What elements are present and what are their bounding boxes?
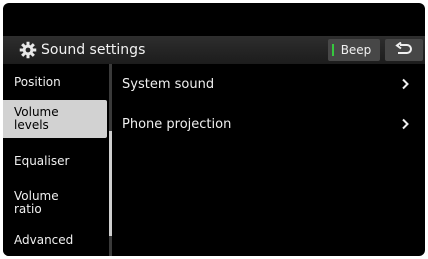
back-button[interactable] (385, 39, 423, 61)
back-arrow-icon (395, 42, 412, 54)
list-item-label: Phone projection (122, 116, 232, 132)
sidebar-item-label: Position (14, 74, 61, 89)
sidebar-item-volume-ratio[interactable]: Volume ratio (3, 184, 107, 222)
beep-label: Beep (340, 43, 372, 57)
sidebar: Position Volume levels Equaliser Volume … (3, 64, 107, 256)
sidebar-item-position[interactable]: Position (3, 67, 107, 97)
chevron-right-icon (402, 78, 409, 90)
beep-button[interactable]: Beep (328, 39, 380, 61)
sidebar-item-label: Volume levels (14, 105, 59, 132)
chevron-right-icon (402, 118, 409, 130)
list-item-system-sound[interactable]: System sound (115, 66, 425, 102)
sidebar-item-label: Advanced (14, 232, 74, 247)
sidebar-item-label: Volume ratio (14, 189, 59, 216)
page-title: Sound settings (41, 42, 146, 58)
beep-indicator (332, 44, 334, 56)
sidebar-item-volume-levels[interactable]: Volume levels (3, 100, 107, 138)
sidebar-item-label: Equaliser (14, 153, 70, 168)
sidebar-item-equaliser[interactable]: Equaliser (3, 146, 107, 176)
sound-settings-screen: Sound settings Beep Position Volume leve… (3, 3, 425, 256)
gear-icon (19, 41, 37, 59)
header-bar: Sound settings Beep (3, 36, 425, 64)
list-item-label: System sound (122, 76, 215, 92)
sidebar-item-advanced[interactable]: Advanced (3, 226, 107, 254)
list-item-phone-projection[interactable]: Phone projection (115, 106, 425, 142)
sidebar-scrollbar-thumb[interactable] (109, 131, 112, 236)
